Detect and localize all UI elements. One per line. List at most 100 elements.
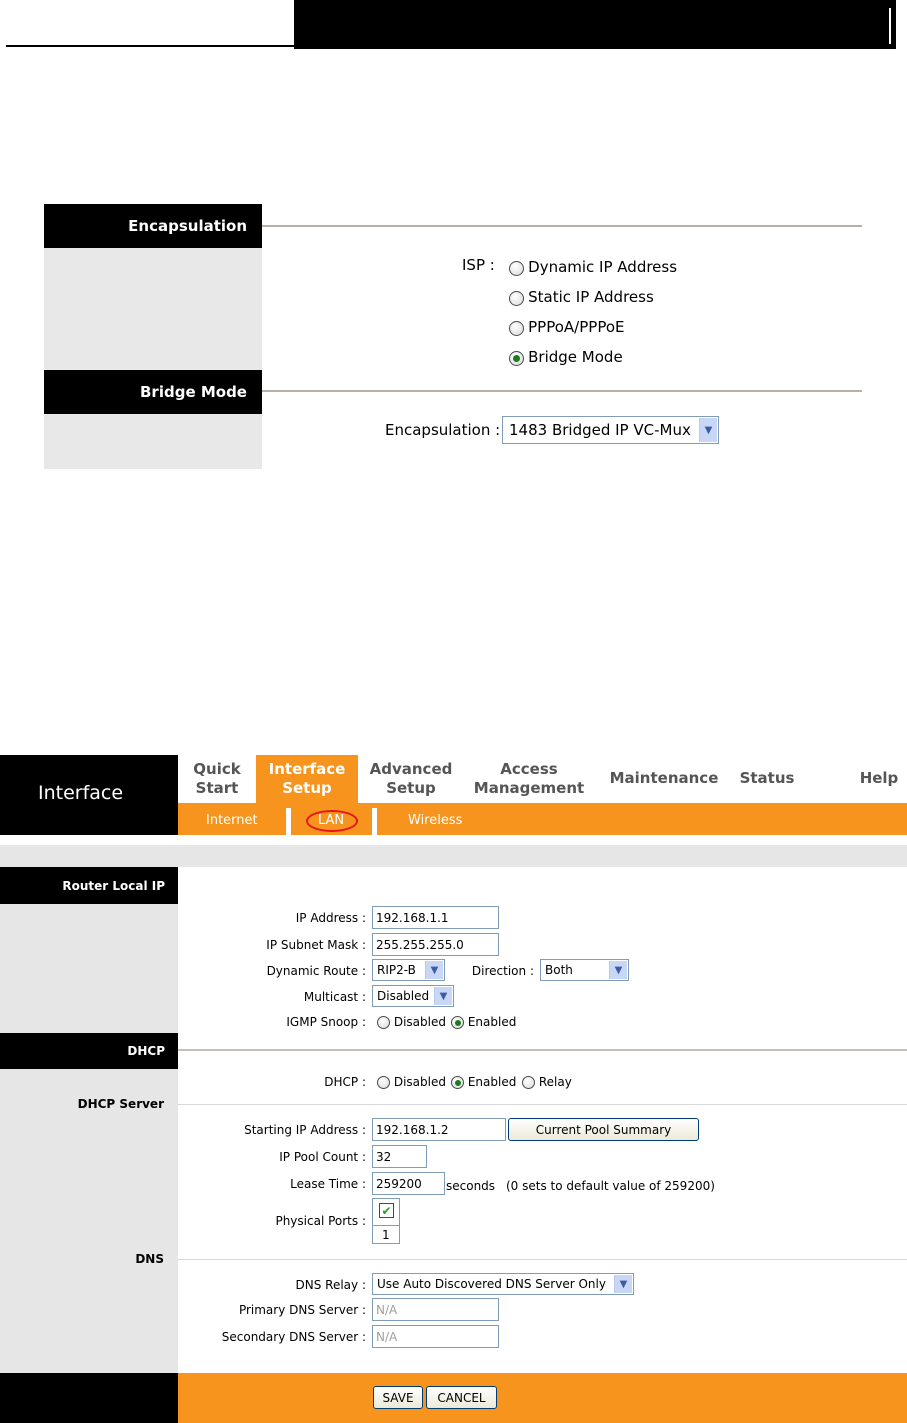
primary-dns-input[interactable]: N/A [372,1298,499,1321]
isp-option-pppoe[interactable]: PPPoA/PPPoE [509,318,625,336]
isp-option-static-label: Static IP Address [528,288,654,306]
current-pool-summary-button[interactable]: Current Pool Summary [508,1118,699,1141]
isp-label: ISP : [462,256,495,274]
isp-radio-bridge[interactable] [509,351,524,366]
tab-access-management[interactable]: Access Management [470,760,588,798]
tab-status[interactable]: Status [732,769,802,788]
physical-port-checkbox[interactable]: ✔ [379,1203,394,1218]
lease-time-input[interactable]: 259200 [372,1172,445,1195]
igmp-option-enabled[interactable]: Enabled [451,1015,516,1029]
tab-advanced-setup[interactable]: Advanced Setup [362,760,460,798]
bridge-mode-rule [262,390,862,392]
chevron-down-icon[interactable]: ▼ [609,961,627,979]
tab-interface-setup-line1: Interface [268,760,346,778]
pool-count-input[interactable]: 32 [372,1145,427,1168]
start-ip-value: 192.168.1.2 [376,1122,449,1137]
ip-address-label: IP Address : [295,911,366,925]
secondary-dns-label: Secondary DNS Server : [221,1330,366,1344]
start-ip-input[interactable]: 192.168.1.2 [372,1118,506,1141]
tab-status-label: Status [739,769,795,787]
dns-label: DNS [135,1252,164,1266]
header-bar-divider [889,8,891,44]
multicast-select[interactable]: Disabled ▼ [372,985,454,1007]
encapsulation-label: Encapsulation : [385,421,501,439]
encapsulation-select[interactable]: 1483 Bridged IP VC-Mux ▼ [502,416,719,444]
start-ip-label: Starting IP Address : [244,1123,366,1137]
tab-access-management-line2: Management [473,779,585,797]
igmp-radio-disabled[interactable] [377,1016,390,1029]
panel1-side-column [44,248,262,469]
dhcp-radio-enabled[interactable] [451,1076,464,1089]
lease-note: (0 sets to default value of 259200) [506,1179,715,1193]
subtab-internet[interactable]: Internet [206,813,258,828]
dhcp-mode-label: DHCP : [324,1075,366,1089]
tab-advanced-setup-line1: Advanced [369,760,453,778]
dynamic-route-value: RIP2-B [377,963,416,977]
isp-option-dynamic-label: Dynamic IP Address [528,258,678,276]
dhcp-option-relay[interactable]: Relay [522,1075,572,1089]
secondary-dns-input[interactable]: N/A [372,1325,499,1348]
wan-setup-panel: Encapsulation ISP : Dynamic IP Address S… [44,204,862,469]
dhcp-option-relay-label: Relay [538,1075,572,1089]
chevron-down-icon[interactable]: ▼ [699,418,717,442]
cancel-button[interactable]: CANCEL [426,1386,497,1409]
tab-quick-start-line2: Start [195,779,239,797]
dns-relay-select[interactable]: Use Auto Discovered DNS Server Only ▼ [372,1273,634,1295]
tab-interface-setup[interactable]: Interface Setup [256,760,358,798]
dhcp-option-disabled-label: Disabled [393,1075,446,1089]
save-button[interactable]: SAVE [373,1386,423,1409]
direction-select[interactable]: Both ▼ [540,959,629,981]
bridge-mode-header-text: Bridge Mode [140,383,247,401]
dhcp-radio-relay[interactable] [522,1076,535,1089]
igmp-option-disabled[interactable]: Disabled [377,1015,446,1029]
footer-left-block [0,1373,178,1423]
lease-time-value: 259200 [376,1176,422,1191]
dynamic-route-select[interactable]: RIP2-B ▼ [372,959,445,981]
secondary-dns-value: N/A [376,1329,398,1344]
chevron-down-icon[interactable]: ▼ [425,961,443,979]
tab-advanced-setup-line2: Setup [386,779,436,797]
content-top-strip [0,845,907,867]
subnet-mask-label: IP Subnet Mask : [266,938,366,952]
current-pool-summary-label: Current Pool Summary [535,1122,672,1137]
save-button-label: SAVE [382,1390,414,1405]
multicast-label: Multicast : [303,990,366,1004]
igmp-option-enabled-label: Enabled [467,1015,517,1029]
lease-time-label: Lease Time : [290,1177,366,1191]
pool-count-value: 32 [376,1149,392,1164]
chevron-down-icon[interactable]: ▼ [614,1275,632,1293]
isp-option-dynamic[interactable]: Dynamic IP Address [509,258,677,276]
tab-maintenance[interactable]: Maintenance [606,769,722,788]
igmp-radio-enabled[interactable] [451,1016,464,1029]
tab-interface-setup-line2: Setup [282,779,332,797]
tab-help-label: Help [859,769,899,787]
isp-option-bridge[interactable]: Bridge Mode [509,348,623,366]
router-local-ip-header: Router Local IP [0,867,178,904]
encapsulation-select-value: 1483 Bridged IP VC-Mux [509,421,691,439]
subtab-separator-2 [372,808,377,835]
isp-radio-pppoe[interactable] [509,321,524,336]
isp-option-pppoe-label: PPPoA/PPPoE [528,318,625,336]
chevron-down-icon[interactable]: ▼ [434,987,452,1005]
dhcp-server-label: DHCP Server [77,1097,164,1111]
dns-rule [178,1259,907,1260]
isp-radio-dynamic[interactable] [509,261,524,276]
check-icon: ✔ [381,1203,392,1218]
subnet-mask-input[interactable]: 255.255.255.0 [372,933,499,956]
dhcp-option-disabled[interactable]: Disabled [377,1075,446,1089]
dhcp-header: DHCP [0,1033,178,1069]
ip-address-input[interactable]: 192.168.1.1 [372,906,499,929]
isp-radio-static[interactable] [509,291,524,306]
physical-port-number: 1 [382,1228,390,1242]
physical-port-divider [372,1225,400,1226]
tab-quick-start[interactable]: Quick Start [180,760,254,798]
physical-ports-label: Physical Ports : [275,1214,366,1228]
header-underline [6,45,294,47]
isp-option-static[interactable]: Static IP Address [509,288,654,306]
dhcp-header-text: DHCP [127,1044,165,1058]
tab-help[interactable]: Help [852,769,906,788]
dhcp-radio-disabled[interactable] [377,1076,390,1089]
dhcp-option-enabled[interactable]: Enabled [451,1075,516,1089]
subtab-wireless[interactable]: Wireless [408,813,462,828]
router-local-ip-header-text: Router Local IP [62,878,165,893]
